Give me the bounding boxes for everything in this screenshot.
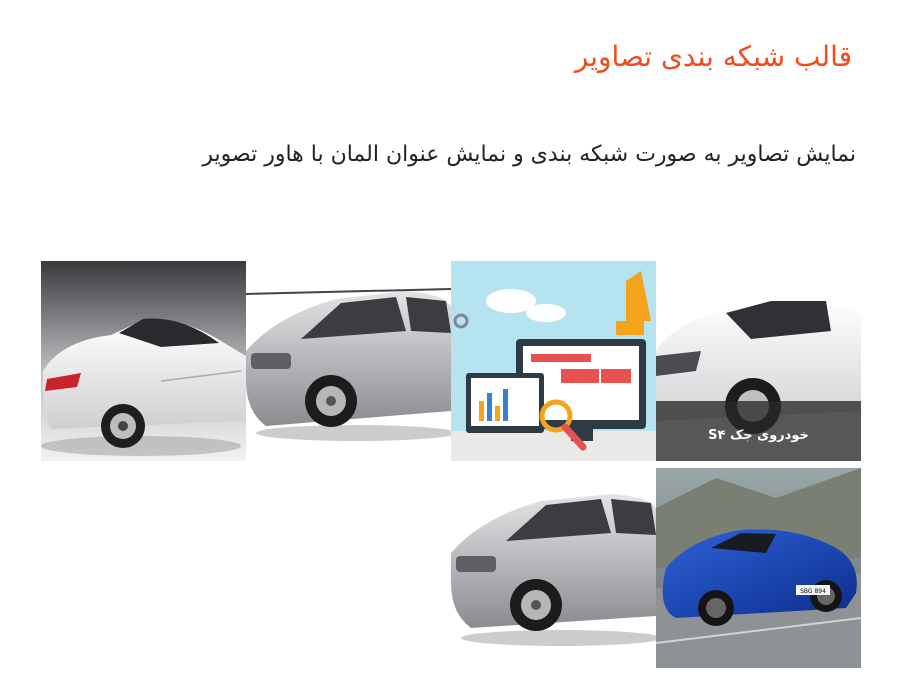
grid-tile-silver-suv-2[interactable] (451, 468, 656, 668)
grid-tile-silver-suv[interactable] (246, 261, 451, 461)
silver-suv-image (246, 261, 451, 461)
web-design-illustration-image (451, 261, 656, 461)
page-title: قالب شبکه بندی تصاویر (574, 40, 852, 73)
grid-tile-white-crossover[interactable]: خودروی جک S۴ (656, 261, 861, 461)
silver-suv-image (451, 468, 656, 668)
svg-text:SBG 894: SBG 894 (800, 588, 826, 595)
tile-caption: خودروی جک S۴ (708, 428, 809, 443)
image-grid: خودروی جک S۴ SBG 894 (41, 261, 861, 669)
blue-sports-car-image: SBG 894 (656, 468, 861, 668)
grid-tile-white-sedan[interactable] (41, 261, 246, 461)
grid-tile-blue-sports-car[interactable]: SBG 894 (656, 468, 861, 668)
page-subtitle: نمایش تصاویر به صورت شبکه بندی و نمایش ع… (202, 142, 856, 167)
white-sedan-image (41, 261, 246, 461)
page: قالب شبکه بندی تصاویر نمایش تصاویر به صو… (0, 0, 900, 700)
grid-tile-web-design[interactable] (451, 261, 656, 461)
